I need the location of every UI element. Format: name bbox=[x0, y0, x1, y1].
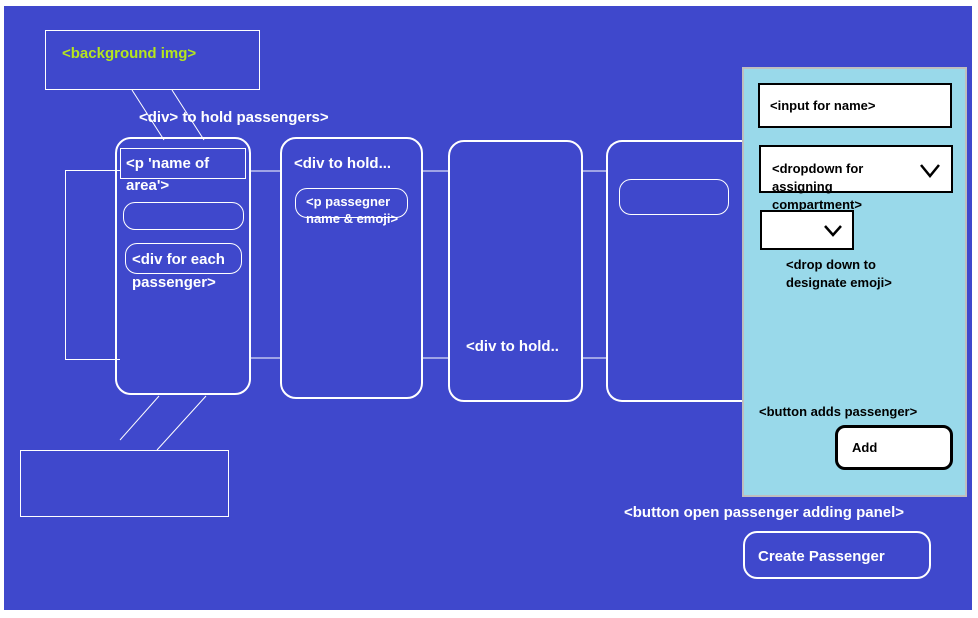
div-to-hold-label-1: <div to hold... bbox=[294, 155, 392, 172]
compartment-3 bbox=[448, 140, 583, 402]
compartment-dropdown-label-line2: assigning bbox=[772, 179, 833, 194]
chevron-down-icon[interactable] bbox=[918, 162, 942, 180]
diagram-canvas: <background img> <div> to hold passenger… bbox=[4, 6, 972, 610]
button-open-panel-label: <button open passenger adding panel> bbox=[624, 504, 905, 521]
button-adds-passenger-label: <button adds passenger> bbox=[759, 404, 918, 419]
bottom-image-box bbox=[20, 450, 229, 517]
p-passenger-label-line2: name & emoji> bbox=[306, 211, 399, 226]
passenger-placeholder-pill bbox=[123, 202, 244, 230]
passenger-adding-panel: <input for name> <dropdown for assigning… bbox=[742, 67, 967, 497]
emoji-dropdown-label-line1: <drop down to bbox=[786, 257, 876, 272]
create-passenger-label: Create Passenger bbox=[758, 548, 885, 565]
background-img-label: <background img> bbox=[62, 45, 197, 62]
name-input-label: <input for name> bbox=[770, 98, 876, 113]
chevron-down-icon[interactable] bbox=[822, 223, 844, 239]
name-of-area-label-line1: <p 'name of bbox=[126, 155, 210, 172]
compartment-dropdown-label-line1: <dropdown for bbox=[772, 161, 864, 176]
compartment-4-pill bbox=[619, 179, 729, 215]
div-to-hold-label-2: <div to hold.. bbox=[466, 338, 559, 355]
p-passenger-label-line1: <p passegner bbox=[306, 194, 391, 209]
name-of-area-label-line2: area'> bbox=[126, 177, 170, 194]
div-hold-passengers-label: <div> to hold passengers> bbox=[139, 109, 329, 126]
div-each-passenger-line1: <div for each bbox=[132, 251, 225, 268]
compartment-2 bbox=[280, 137, 423, 399]
add-button-label: Add bbox=[852, 440, 878, 455]
div-each-passenger-line2: passenger> bbox=[132, 274, 216, 291]
background-frame bbox=[65, 170, 120, 360]
emoji-dropdown-label-line2: designate emoji> bbox=[786, 275, 892, 290]
